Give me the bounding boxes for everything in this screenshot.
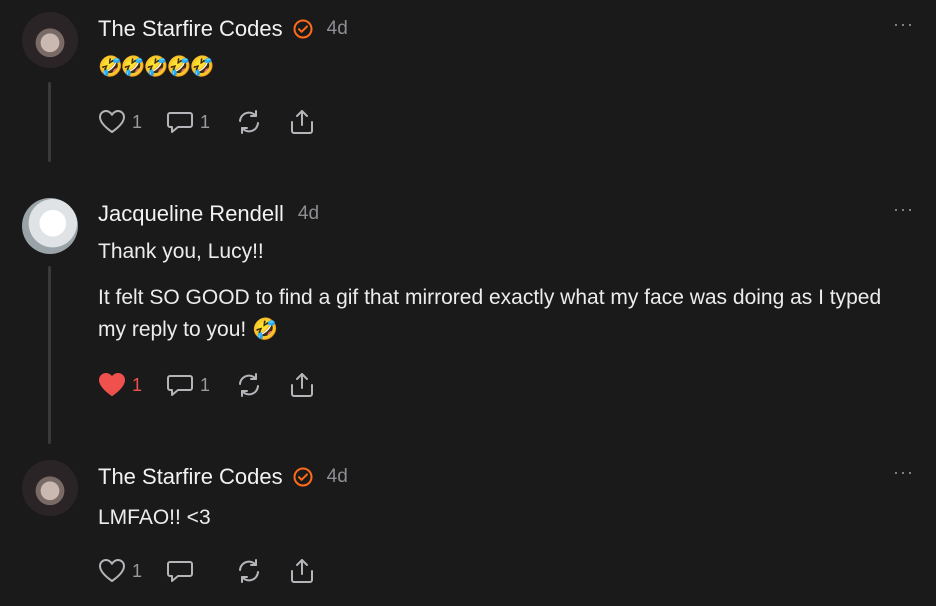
author-name[interactable]: The Starfire Codes xyxy=(98,16,283,42)
like-button[interactable]: 1 xyxy=(98,109,142,135)
like-count: 1 xyxy=(132,374,143,395)
timestamp[interactable]: 4d xyxy=(298,203,319,225)
reply-count: 1 xyxy=(200,374,211,395)
restack-button[interactable] xyxy=(234,108,264,136)
comment-text-line-1: Thank you, Lucy!! xyxy=(98,240,264,263)
restack-button[interactable] xyxy=(234,371,264,399)
restack-icon xyxy=(239,559,260,583)
comment-header: Jacqueline Rendell 4d xyxy=(98,199,319,229)
like-button[interactable]: 1 xyxy=(98,558,142,584)
share-icon xyxy=(291,559,314,583)
comment-text-paragraph-2: It felt SO GOOD to find a gif that mirro… xyxy=(98,286,882,341)
like-button[interactable]: 1 xyxy=(98,372,142,398)
share-icon xyxy=(291,110,314,134)
thread-line xyxy=(48,266,51,444)
comment-icon xyxy=(167,561,194,582)
action-bar: 1 xyxy=(98,556,340,586)
restack-icon xyxy=(239,373,260,397)
share-button[interactable] xyxy=(288,108,316,136)
timestamp[interactable]: 4d xyxy=(327,18,348,40)
share-icon xyxy=(291,373,314,397)
restack-button[interactable] xyxy=(234,557,264,585)
more-options-icon[interactable]: ··· xyxy=(893,462,914,483)
like-count: 1 xyxy=(132,111,143,132)
share-button[interactable] xyxy=(288,371,316,399)
thread-line xyxy=(48,82,51,162)
comment-text: LMFAO!! <3 xyxy=(98,506,211,529)
comment-icon xyxy=(167,112,194,133)
share-button[interactable] xyxy=(288,557,316,585)
timestamp[interactable]: 4d xyxy=(327,466,348,488)
like-count: 1 xyxy=(132,560,143,581)
avatar[interactable] xyxy=(22,198,78,254)
action-bar: 1 1 xyxy=(98,370,340,400)
reply-button[interactable]: 1 xyxy=(166,372,210,398)
restack-icon xyxy=(239,110,260,134)
comment-text: 🤣🤣🤣🤣🤣 xyxy=(98,56,215,78)
comment-3: The Starfire Codes 4d ··· LMFAO!! <3 1 xyxy=(0,448,936,606)
comment-2: Jacqueline Rendell 4d ··· Thank you, Luc… xyxy=(0,190,936,444)
action-bar: 1 1 xyxy=(98,107,340,137)
reply-count: 1 xyxy=(200,111,211,132)
comment-header: The Starfire Codes 4d xyxy=(98,14,348,44)
reply-button[interactable]: 1 xyxy=(166,109,210,135)
reply-button[interactable] xyxy=(166,558,210,584)
heart-icon xyxy=(99,559,125,582)
avatar[interactable] xyxy=(22,460,78,516)
author-name[interactable]: The Starfire Codes xyxy=(98,464,283,490)
comment-icon xyxy=(167,375,194,396)
verified-badge-icon xyxy=(293,19,313,39)
verified-badge-icon xyxy=(293,467,313,487)
avatar[interactable] xyxy=(22,12,78,68)
heart-filled-icon xyxy=(99,373,125,396)
more-options-icon[interactable]: ··· xyxy=(893,14,914,35)
comment-header: The Starfire Codes 4d xyxy=(98,462,348,492)
comment-1: The Starfire Codes 4d ··· 🤣🤣🤣🤣🤣 1 1 xyxy=(0,0,936,170)
more-options-icon[interactable]: ··· xyxy=(893,199,914,220)
author-name[interactable]: Jacqueline Rendell xyxy=(98,201,284,227)
heart-icon xyxy=(99,110,125,133)
